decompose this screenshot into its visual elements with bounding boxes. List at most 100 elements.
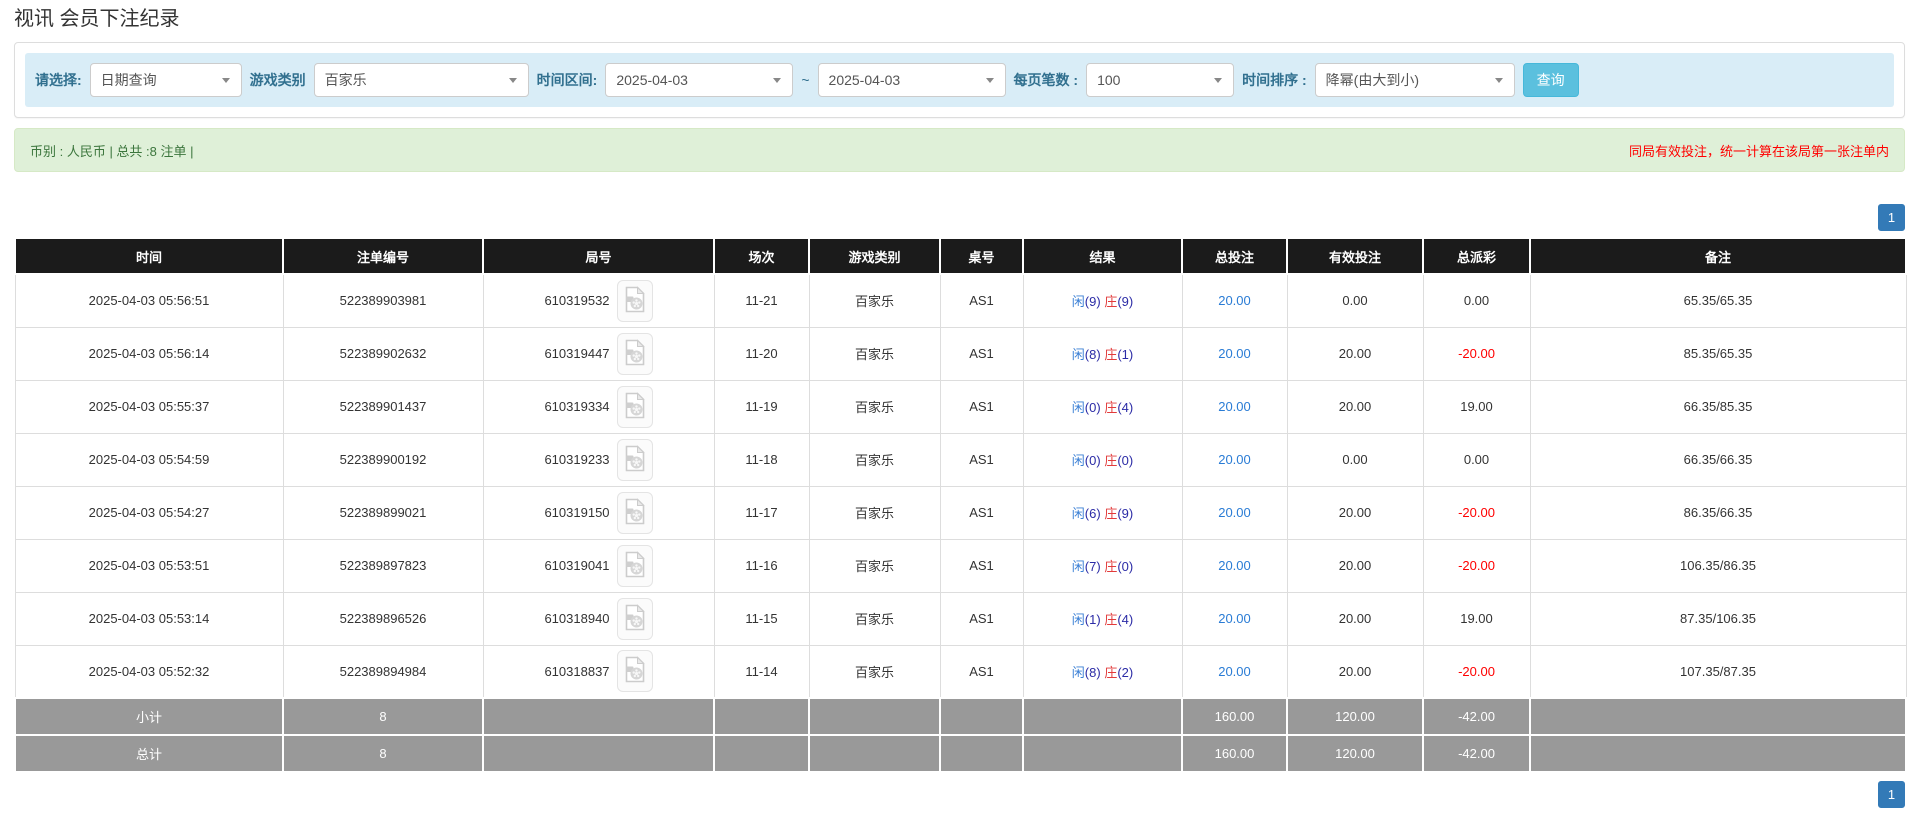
cell-round-id: 610318940 bbox=[482, 591, 715, 646]
video-replay-button[interactable] bbox=[616, 491, 653, 534]
page-button-1[interactable]: 1 bbox=[1878, 204, 1905, 231]
search-button[interactable]: 查询 bbox=[1522, 63, 1579, 97]
video-file-icon bbox=[624, 391, 646, 422]
cell-note: 66.35/66.35 bbox=[1529, 432, 1907, 487]
result-banker-score: (0) bbox=[1117, 559, 1134, 574]
cell-result: 闲(8) 庄(1) bbox=[1022, 326, 1183, 381]
sum-empty-game bbox=[808, 697, 941, 736]
total-bet-link[interactable]: 20.00 bbox=[1218, 611, 1251, 626]
cell-time: 2025-04-03 05:55:37 bbox=[14, 379, 284, 434]
cell-bet-id: 522389899021 bbox=[282, 485, 484, 540]
video-replay-button[interactable] bbox=[616, 279, 653, 322]
page-title: 视讯 会员下注纪录 bbox=[14, 8, 180, 30]
col-bet-id: 注单编号 bbox=[282, 237, 484, 275]
cell-session: 11-19 bbox=[713, 379, 810, 434]
round-number: 610319334 bbox=[544, 399, 610, 414]
date-from-value: 2025-04-03 bbox=[616, 72, 688, 88]
cell-result: 闲(9) 庄(9) bbox=[1022, 273, 1183, 328]
total-bet-link[interactable]: 20.00 bbox=[1218, 399, 1251, 414]
video-replay-button[interactable] bbox=[616, 650, 653, 693]
col-session: 场次 bbox=[713, 237, 810, 275]
table-row: 2025-04-03 05:56:14 522389902632 610319447… bbox=[14, 326, 1907, 381]
cell-game-type: 百家乐 bbox=[808, 379, 941, 434]
cell-payout: 0.00 bbox=[1422, 273, 1531, 328]
total-bet-link[interactable]: 20.00 bbox=[1218, 505, 1251, 520]
pagination-top: 1 bbox=[14, 204, 1905, 231]
date-to-select[interactable]: 2025-04-03 bbox=[817, 63, 1006, 97]
sum-total-bet: 160.00 bbox=[1181, 697, 1288, 736]
sum-total-bet: 160.00 bbox=[1181, 734, 1288, 773]
cell-round-id: 610319532 bbox=[482, 273, 715, 328]
table-row: 2025-04-03 05:53:14 522389896526 610318940… bbox=[14, 591, 1907, 646]
result-banker-label: 庄 bbox=[1104, 347, 1118, 362]
cell-game-type: 百家乐 bbox=[808, 644, 941, 699]
query-type-select[interactable]: 日期查询 bbox=[89, 63, 242, 97]
cell-result: 闲(1) 庄(4) bbox=[1022, 591, 1183, 646]
result-player-score: (8) bbox=[1084, 347, 1101, 362]
cell-result: 闲(6) 庄(9) bbox=[1022, 485, 1183, 540]
video-file-icon bbox=[624, 497, 646, 528]
video-replay-button[interactable] bbox=[616, 438, 653, 481]
video-file-icon bbox=[624, 603, 646, 634]
cell-bet-id: 522389897823 bbox=[282, 538, 484, 593]
cell-table-no: AS1 bbox=[939, 644, 1024, 699]
total-bet-link[interactable]: 20.00 bbox=[1218, 452, 1251, 467]
cell-bet-id: 522389901437 bbox=[282, 379, 484, 434]
cell-round-id: 610318837 bbox=[482, 644, 715, 699]
result-player-label: 闲 bbox=[1071, 453, 1085, 468]
table-row: 2025-04-03 05:56:51 522389903981 610319532… bbox=[14, 273, 1907, 328]
video-replay-button[interactable] bbox=[616, 544, 653, 587]
cell-total-bet: 20.00 bbox=[1181, 485, 1288, 540]
video-replay-button[interactable] bbox=[616, 332, 653, 375]
cell-note: 66.35/85.35 bbox=[1529, 379, 1907, 434]
result-player-label: 闲 bbox=[1071, 400, 1085, 415]
cell-bet-id: 522389896526 bbox=[282, 591, 484, 646]
video-replay-button[interactable] bbox=[616, 597, 653, 640]
total-bet-link[interactable]: 20.00 bbox=[1218, 293, 1251, 308]
game-type-select[interactable]: 百家乐 bbox=[313, 63, 529, 97]
game-type-value: 百家乐 bbox=[324, 72, 367, 88]
result-player-score: (8) bbox=[1084, 664, 1101, 680]
game-type-label: 游戏类别 bbox=[249, 72, 306, 88]
cell-round-id: 610319041 bbox=[482, 538, 715, 593]
sum-empty-result bbox=[1022, 697, 1183, 736]
bet-records-table: 时间 注单编号 局号 场次 游戏类别 桌号 结果 总投注 有效投注 总派彩 备注… bbox=[14, 237, 1907, 773]
cell-valid-bet: 0.00 bbox=[1286, 432, 1424, 487]
sum-valid-bet: 120.00 bbox=[1286, 697, 1424, 736]
result-banker-score: (9) bbox=[1117, 294, 1134, 310]
total-bet-link[interactable]: 20.00 bbox=[1218, 346, 1251, 361]
cell-note: 106.35/86.35 bbox=[1529, 538, 1907, 593]
result-player-label: 闲 bbox=[1071, 506, 1085, 521]
cell-note: 87.35/106.35 bbox=[1529, 591, 1907, 646]
cell-time: 2025-04-03 05:53:51 bbox=[14, 538, 284, 593]
page-button-1[interactable]: 1 bbox=[1878, 781, 1905, 808]
date-from-select[interactable]: 2025-04-03 bbox=[605, 63, 794, 97]
cell-total-bet: 20.00 bbox=[1181, 591, 1288, 646]
round-id-wrap: 610318940 bbox=[490, 597, 708, 640]
col-game-type: 游戏类别 bbox=[808, 237, 941, 275]
query-type-value: 日期查询 bbox=[100, 72, 157, 88]
summary-left-text: 币别 : 人民币 | 总共 :8 注单 | bbox=[30, 143, 194, 159]
total-bet-link[interactable]: 20.00 bbox=[1218, 664, 1251, 679]
page-size-select[interactable]: 100 bbox=[1086, 63, 1235, 97]
cell-session: 11-16 bbox=[713, 538, 810, 593]
chevron-down-icon bbox=[498, 64, 528, 96]
cell-total-bet: 20.00 bbox=[1181, 379, 1288, 434]
round-id-wrap: 610319150 bbox=[490, 491, 708, 534]
cell-table-no: AS1 bbox=[939, 485, 1024, 540]
sum-note bbox=[1529, 734, 1907, 773]
sum-payout: -42.00 bbox=[1422, 697, 1531, 736]
total-bet-link[interactable]: 20.00 bbox=[1218, 558, 1251, 573]
video-replay-button[interactable] bbox=[616, 385, 653, 428]
result-player-label: 闲 bbox=[1071, 294, 1085, 310]
cell-payout: 19.00 bbox=[1422, 379, 1531, 434]
time-range-label: 时间区间: bbox=[536, 72, 598, 88]
cell-time: 2025-04-03 05:53:14 bbox=[14, 591, 284, 646]
sum-empty-round bbox=[482, 734, 715, 773]
cell-result: 闲(7) 庄(0) bbox=[1022, 538, 1183, 593]
cell-payout: -20.00 bbox=[1422, 538, 1531, 593]
sum-label: 小计 bbox=[14, 697, 284, 736]
result-player-score: (9) bbox=[1084, 294, 1101, 310]
sort-select[interactable]: 降幂(由大到小) bbox=[1314, 63, 1515, 97]
cell-session: 11-15 bbox=[713, 591, 810, 646]
